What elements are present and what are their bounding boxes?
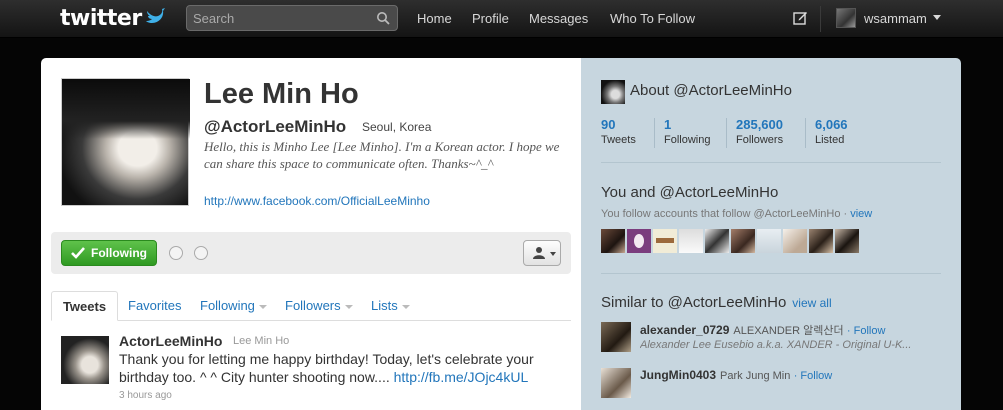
common-follower-avatar[interactable] <box>627 229 651 253</box>
stat-followers[interactable]: 285,600 Followers <box>736 117 783 146</box>
profile-panel: Lee Min Ho @ActorLeeMinHo Seoul, Korea H… <box>41 58 581 410</box>
tab-lists[interactable]: Lists <box>371 291 410 321</box>
similar-user-row[interactable]: alexander_0729 ALEXANDER 알렉산더 · Follow <box>640 322 885 338</box>
tweet-full-name: Lee Min Ho <box>233 335 290 347</box>
similar-view-all-link[interactable]: view all <box>792 296 831 310</box>
compose-icon[interactable] <box>793 10 808 25</box>
retweet-icon[interactable] <box>194 246 208 260</box>
similar-user-bio: Alexander Lee Eusebio a.k.a. XANDER - Or… <box>640 339 912 351</box>
profile-screen-name: @ActorLeeMinHo <box>204 117 347 136</box>
stat-listed[interactable]: 6,066 Listed <box>815 117 848 146</box>
tab-following[interactable]: Following <box>200 291 267 321</box>
common-title: You and @ActorLeeMinHo <box>601 184 779 201</box>
user-actions-button[interactable] <box>523 240 561 266</box>
following-button[interactable]: Following <box>61 240 157 266</box>
nav-messages[interactable]: Messages <box>529 11 588 26</box>
similar-avatar[interactable] <box>601 368 631 398</box>
common-follower-avatar[interactable] <box>783 229 807 253</box>
profile-full-name: Lee Min Ho <box>204 78 359 110</box>
common-follower-avatar[interactable] <box>679 229 703 253</box>
profile-photo[interactable] <box>61 78 190 206</box>
twitter-logo[interactable]: twitter <box>60 5 167 31</box>
profile-bio: Hello, this is Minho Lee [Lee Minho]. I'… <box>204 139 560 171</box>
common-follower-avatar[interactable] <box>601 229 625 253</box>
similar-title: Similar to @ActorLeeMinHo view all <box>601 294 832 311</box>
tab-followers[interactable]: Followers <box>285 291 353 321</box>
common-follower-avatar[interactable] <box>705 229 729 253</box>
profile-location: Seoul, Korea <box>362 120 432 134</box>
tweet-link[interactable]: http://fb.me/JOjc4kUL <box>394 369 529 385</box>
common-follower-avatar[interactable] <box>809 229 833 253</box>
search-input[interactable] <box>193 9 373 27</box>
device-icon[interactable] <box>169 246 183 260</box>
chevron-down-icon <box>401 304 410 309</box>
common-follower-avatar[interactable] <box>731 229 755 253</box>
common-subtitle: You follow accounts that follow @ActorLe… <box>601 208 873 220</box>
user-avatar[interactable] <box>836 8 856 28</box>
stat-tweets[interactable]: 90 Tweets <box>601 117 636 146</box>
nav-who-to-follow[interactable]: Who To Follow <box>610 11 695 26</box>
logo-text: twitter <box>60 5 142 31</box>
profile-tabs: Tweets Favorites Following Followers Lis… <box>51 291 571 321</box>
chevron-down-icon <box>258 304 267 309</box>
common-view-link[interactable]: view <box>850 208 872 220</box>
bird-icon <box>145 7 167 30</box>
about-avatar <box>601 80 625 104</box>
tweet-timestamp[interactable]: 3 hours ago <box>119 390 172 401</box>
topbar-separator <box>820 6 821 32</box>
user-name[interactable]: wsammam <box>864 11 927 26</box>
stat-following[interactable]: 1 Following <box>664 117 710 146</box>
tab-tweets[interactable]: Tweets <box>51 291 118 321</box>
tweet-text: Thank you for letting me happy birthday!… <box>119 351 534 385</box>
check-icon <box>71 247 85 259</box>
chevron-down-icon <box>550 252 556 256</box>
common-follower-avatar[interactable] <box>835 229 859 253</box>
similar-follow-link[interactable]: · Follow <box>794 370 833 382</box>
search-box <box>186 5 398 31</box>
person-icon <box>533 247 545 259</box>
profile-url[interactable]: http://www.facebook.com/OfficialLeeMinho <box>204 194 430 208</box>
tab-favorites[interactable]: Favorites <box>128 291 181 321</box>
about-title: About @ActorLeeMinHo <box>630 82 792 99</box>
similar-user-row[interactable]: JungMin0403 Park Jung Min · Follow <box>640 368 832 382</box>
tweet-item[interactable]: ActorLeeMinHo Lee Min Ho Thank you for l… <box>51 328 571 408</box>
profile-action-bar: Following <box>51 232 571 274</box>
following-button-label: Following <box>91 246 147 260</box>
tweet-author[interactable]: ActorLeeMinHo <box>119 333 222 349</box>
chevron-down-icon <box>344 304 353 309</box>
search-icon[interactable] <box>376 11 390 25</box>
nav-home[interactable]: Home <box>417 11 452 26</box>
chevron-down-icon[interactable] <box>933 15 941 20</box>
similar-follow-link[interactable]: · Follow <box>847 325 886 337</box>
similar-avatar[interactable] <box>601 322 631 352</box>
tweet-avatar[interactable] <box>61 336 109 384</box>
common-follower-avatar[interactable] <box>757 229 781 253</box>
nav-profile[interactable]: Profile <box>472 11 509 26</box>
common-follower-avatar[interactable] <box>653 229 677 253</box>
top-bar: twitter Home Profile Messages Who To Fol… <box>0 0 1003 38</box>
profile-sidebar: About @ActorLeeMinHo 90 Tweets 1 Followi… <box>581 58 961 410</box>
